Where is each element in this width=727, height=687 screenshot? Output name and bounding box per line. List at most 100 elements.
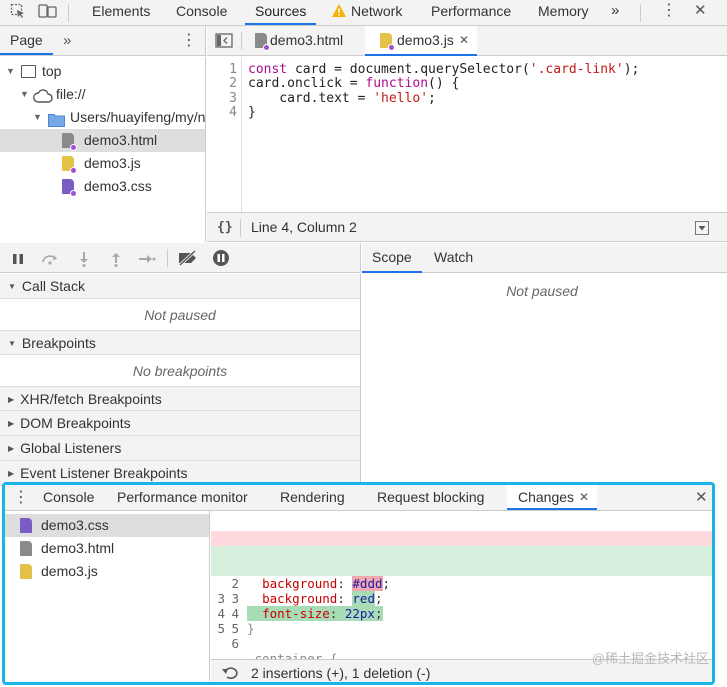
scope-pane: Not paused [362, 274, 727, 482]
tab-memory[interactable]: Memory [538, 0, 589, 25]
tree-item-folder[interactable]: ▼ Users/huayifeng/my/n [0, 106, 205, 129]
tab-page[interactable]: Page [0, 26, 53, 55]
changed-file-label: demo3.html [41, 540, 115, 556]
tab-console[interactable]: Console [176, 0, 227, 25]
changed-file-demo3-css[interactable]: demo3.css [5, 514, 209, 537]
html-file-icon [62, 133, 77, 151]
call-stack-empty: Not paused [144, 307, 216, 323]
section-title: Event Listener Breakpoints [20, 465, 188, 481]
code-line: card.text = 'hello'; [248, 91, 436, 106]
drawer-tab-performance-monitor[interactable]: Performance monitor [117, 485, 248, 510]
close-drawer-button[interactable]: ✕ [695, 485, 708, 510]
editor-status-bar: {} Line 4, Column 2 [207, 212, 727, 242]
expand-triangle-icon: ▶ [8, 444, 15, 453]
tree-item-top[interactable]: ▼ top [0, 60, 205, 83]
pretty-print-icon[interactable]: {} [217, 213, 233, 242]
html-file-icon [20, 541, 32, 556]
diff-line-inserted: 2 background: red; [211, 546, 712, 606]
js-file-icon [20, 564, 32, 579]
device-toolbar-icon[interactable] [38, 3, 58, 22]
drawer-tab-rendering[interactable]: Rendering [280, 485, 345, 510]
collapse-triangle-icon: ▼ [8, 339, 16, 348]
drawer-tab-changes: Changes [518, 489, 575, 505]
toggle-navigator-icon[interactable] [215, 33, 233, 51]
scope-tab-bar: Scope Watch [362, 243, 727, 273]
tree-item-label: demo3.html [84, 132, 158, 148]
changed-file-demo3-html[interactable]: demo3.html [5, 537, 209, 560]
drawer-tab-request-blocking[interactable]: Request blocking [377, 485, 484, 510]
navigator-more-button[interactable]: » [63, 26, 71, 55]
section-dom-breakpoints[interactable]: ▶ DOM Breakpoints [0, 411, 360, 436]
section-xhr-breakpoints[interactable]: ▶ XHR/fetch Breakpoints [0, 386, 360, 411]
coverage-dropdown-icon[interactable] [695, 221, 709, 235]
tree-item-demo3-js[interactable]: demo3.js [0, 152, 205, 175]
tab-sources[interactable]: Sources [245, 0, 317, 25]
drawer-menu-icon[interactable]: ⋮ [13, 485, 29, 510]
devtools-menu-icon[interactable]: ⋮ [661, 0, 677, 25]
changed-file-label: demo3.js [41, 563, 98, 579]
tree-item-label: Users/huayifeng/my/n [70, 109, 205, 125]
main-tab-bar: Elements Console Sources Network Perform… [0, 0, 727, 26]
drawer-tab-console[interactable]: Console [43, 485, 94, 510]
line-number: 1 [229, 62, 237, 77]
section-call-stack[interactable]: ▼ Call Stack [0, 274, 360, 299]
step-into-icon[interactable] [78, 251, 90, 270]
tab-performance[interactable]: Performance [431, 0, 511, 25]
close-tab-button[interactable]: ✕ [579, 485, 589, 510]
section-breakpoints[interactable]: ▼ Breakpoints [0, 330, 360, 355]
close-tab-button[interactable]: ✕ [459, 26, 469, 55]
navigator-header: Page » ⋮ [0, 26, 206, 56]
pause-icon[interactable] [12, 252, 24, 268]
diff-line-inserted: 3 font-size: 22px; [211, 561, 712, 621]
deactivate-breakpoints-icon[interactable] [177, 249, 199, 269]
expand-triangle-icon[interactable]: ▼ [20, 83, 29, 106]
breakpoints-empty: No breakpoints [132, 363, 228, 379]
section-global-listeners[interactable]: ▶ Global Listeners [0, 436, 360, 461]
expand-triangle-icon: ▶ [8, 469, 15, 478]
tab-scope[interactable]: Scope [362, 243, 422, 273]
tab-elements[interactable]: Elements [92, 0, 150, 25]
editor-tab-bar: demo3.html demo3.js ✕ [207, 26, 727, 56]
diff-line-deleted: 2 background: #ddd; [211, 531, 712, 591]
tree-item-demo3-html[interactable]: demo3.html [0, 129, 205, 152]
step-over-icon[interactable] [41, 252, 59, 268]
tree-item-label: demo3.js [84, 155, 141, 171]
inspect-element-icon[interactable] [10, 3, 26, 22]
line-number: 4 [229, 105, 237, 120]
diff-view[interactable]: 1 1 body { 2 background: #ddd; 2 backgro… [211, 511, 712, 666]
section-title: Call Stack [21, 278, 85, 294]
css-file-icon [62, 179, 77, 197]
section-title: Breakpoints [21, 335, 96, 351]
line-number: 2 [229, 76, 237, 91]
changed-file-demo3-js[interactable]: demo3.js [5, 560, 209, 583]
step-out-icon[interactable] [110, 251, 122, 270]
tree-item-origin[interactable]: ▼ file:// [0, 83, 205, 106]
changed-file-label: demo3.css [41, 517, 109, 533]
tree-item-label: demo3.css [84, 178, 152, 194]
code-line: const card = document.querySelector('.ca… [248, 62, 640, 77]
navigator-menu-icon[interactable]: ⋮ [181, 26, 197, 55]
expand-triangle-icon: ▶ [8, 395, 15, 404]
drawer-tab-changes-active[interactable]: Changes ✕ [507, 485, 597, 510]
section-title: XHR/fetch Breakpoints [20, 391, 162, 407]
editor-tab-demo3-html[interactable]: demo3.html [270, 26, 343, 55]
css-file-icon [20, 518, 32, 533]
expand-triangle-icon[interactable]: ▼ [33, 106, 42, 129]
close-devtools-button[interactable]: ✕ [694, 0, 707, 25]
editor-tab-demo3-js: demo3.js [397, 32, 454, 48]
cloud-icon [33, 87, 53, 106]
revert-icon[interactable] [221, 666, 239, 682]
frame-icon [21, 65, 36, 78]
folder-icon [48, 111, 65, 129]
editor-tab-active[interactable]: demo3.js ✕ [365, 26, 477, 56]
expand-triangle-icon[interactable]: ▼ [6, 60, 15, 83]
tab-network[interactable]: Network [351, 0, 402, 25]
tab-watch[interactable]: Watch [434, 243, 473, 272]
tree-item-demo3-css[interactable]: demo3.css [0, 175, 205, 198]
more-tabs-button[interactable]: » [611, 0, 619, 25]
line-number: 3 [229, 91, 237, 106]
step-icon[interactable] [138, 252, 156, 268]
section-title: DOM Breakpoints [20, 415, 131, 431]
pause-on-exceptions-icon[interactable] [212, 249, 230, 270]
tree-item-label: file:// [56, 86, 86, 102]
